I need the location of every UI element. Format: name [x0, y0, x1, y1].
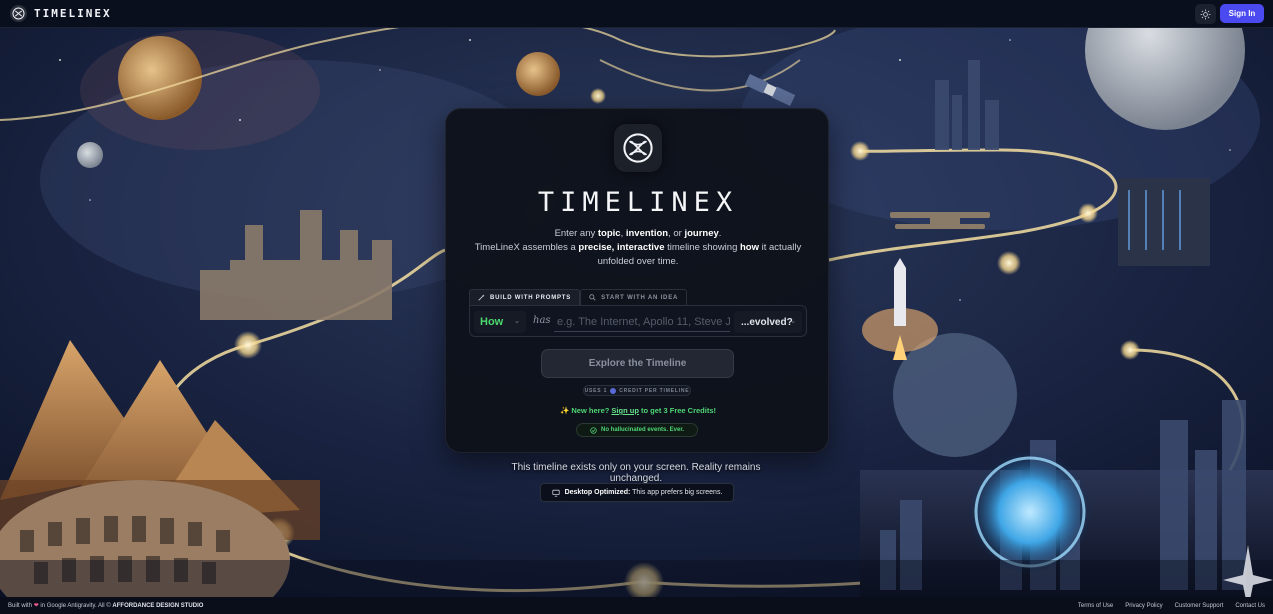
how-dropdown[interactable]: How ⌄: [474, 311, 526, 333]
tab-start-with-an-idea[interactable]: START WITH AN IDEA: [580, 289, 688, 305]
credit-coin-icon: [610, 387, 617, 394]
footer-links: Terms of Use Privacy Policy Customer Sup…: [1078, 597, 1265, 614]
search-icon: [589, 294, 596, 301]
evolved-dropdown[interactable]: ...evolved? ⌄: [734, 311, 802, 333]
monitor-icon: [551, 489, 560, 497]
prompt-builder: How ⌄ has ...evolved? ⌄: [469, 305, 807, 337]
contact-us-link[interactable]: Contact Us: [1235, 603, 1265, 609]
footer: Built with ❤ in Google Antigravity. All …: [0, 597, 1273, 614]
card-logo: [614, 124, 662, 172]
tagline: Enter any topic, invention, or journey. …: [474, 228, 802, 267]
chevron-down-icon: ⌄: [790, 318, 796, 325]
customer-support-link[interactable]: Customer Support: [1175, 603, 1224, 609]
chevron-down-icon: ⌄: [514, 318, 520, 325]
privacy-policy-link[interactable]: Privacy Policy: [1125, 603, 1162, 609]
credit-usage-badge: USES 1 CREDIT PER TIMELINE: [583, 385, 691, 396]
shield-check-icon: [590, 426, 597, 434]
signup-promo: ✨ New here? Sign up to get 3 Free Credit…: [559, 406, 717, 415]
has-label: has: [533, 315, 551, 326]
theme-toggle-button[interactable]: [1195, 4, 1216, 24]
top-navigation-bar: TIMELINEX Sign In: [0, 0, 1273, 28]
main-card: TIMELINEX Enter any topic, invention, or…: [445, 108, 829, 453]
timelinex-logo-icon: [623, 133, 653, 163]
desktop-optimized-notice: Desktop Optimized: This app prefers big …: [540, 483, 734, 502]
card-wordmark: TIMELINEX: [537, 187, 739, 218]
explore-timeline-button[interactable]: Explore the Timeline: [541, 349, 734, 378]
reality-disclaimer: This timeline exists only on your screen…: [511, 462, 761, 484]
footer-credit: Built with ❤ in Google Antigravity. All …: [8, 603, 204, 609]
terms-of-use-link[interactable]: Terms of Use: [1078, 603, 1113, 609]
timelinex-logo-icon[interactable]: [10, 5, 27, 22]
topic-input[interactable]: [554, 312, 730, 332]
brand-name[interactable]: TIMELINEX: [34, 7, 112, 20]
tab-build-with-prompts[interactable]: BUILD WITH PROMPTS: [469, 289, 581, 305]
no-hallucination-badge: No hallucinated events. Ever.: [576, 423, 698, 437]
sign-up-link[interactable]: Sign up: [611, 406, 639, 415]
sign-in-button[interactable]: Sign In: [1220, 4, 1264, 23]
sun-icon: [1200, 9, 1211, 19]
wand-icon: [478, 294, 485, 301]
mode-tabs: BUILD WITH PROMPTS START WITH AN IDEA: [469, 289, 688, 305]
